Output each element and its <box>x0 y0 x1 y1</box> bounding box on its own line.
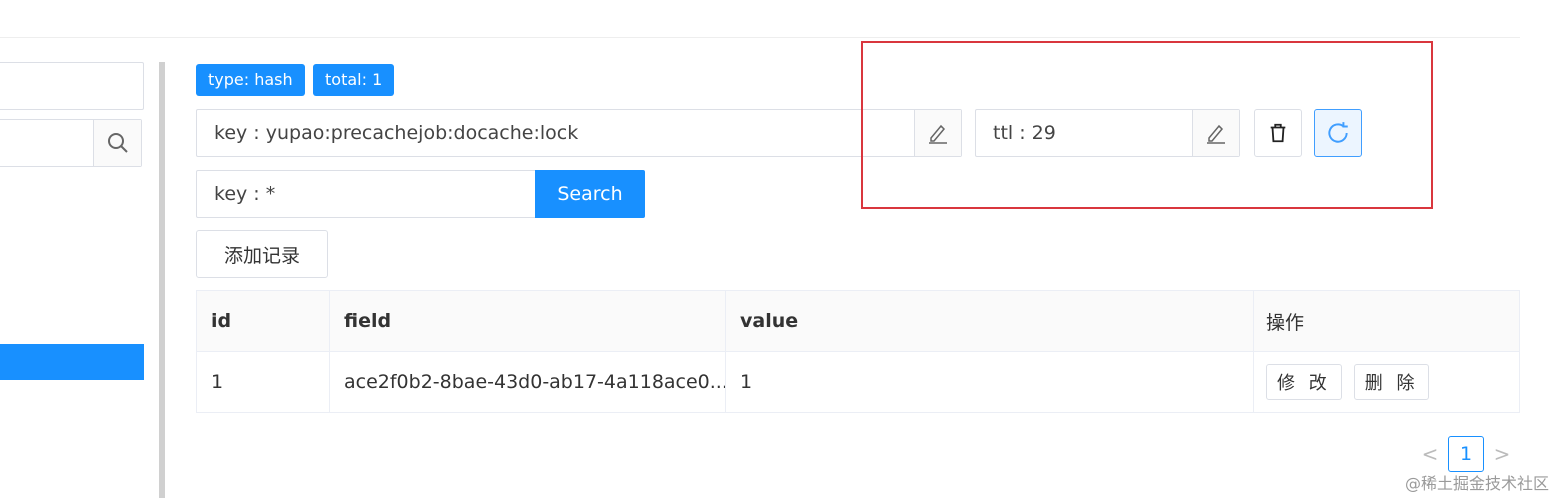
sidebar-search[interactable] <box>0 119 142 167</box>
prev-page-button[interactable]: < <box>1418 437 1442 471</box>
header-actions: 操作 <box>1266 311 1305 334</box>
row-id: 1 <box>197 352 330 412</box>
key-field[interactable]: key : yupao:precachejob:docache:lock <box>196 109 962 157</box>
watermark: @稀土掘金技术社区 <box>1404 474 1549 493</box>
edit-row-button[interactable]: 修 改 <box>1266 364 1342 400</box>
field-search-input[interactable]: key : * <box>196 170 536 218</box>
row-value: 1 <box>726 352 1254 412</box>
total-badge: total: 1 <box>313 64 395 96</box>
row-field: ace2f0b2-8bae-43d0-ab17-4a118ace0... <box>330 352 726 412</box>
key-value: key : yupao:precachejob:docache:lock <box>214 122 579 144</box>
header-field: field <box>330 291 726 351</box>
sidebar-input[interactable] <box>0 62 144 110</box>
table-header-row: id field value 操作 <box>197 291 1519 352</box>
row-actions: 修 改 删 除 <box>1254 352 1519 412</box>
header-value: value <box>726 291 1254 351</box>
table-row: 1 ace2f0b2-8bae-43d0-ab17-4a118ace0... 1… <box>197 352 1519 412</box>
type-badge: type: hash <box>196 64 305 96</box>
add-record-button[interactable]: 添加记录 <box>196 230 328 278</box>
records-table: id field value 操作 1 ace2f0b2-8bae-43d0-a… <box>196 290 1520 413</box>
header-id: id <box>197 291 330 351</box>
highlight-box <box>861 41 1433 209</box>
search-icon <box>107 133 128 153</box>
sidebar-search-button[interactable] <box>93 120 141 166</box>
field-search-query: key : * <box>214 183 276 205</box>
top-divider <box>0 37 1520 38</box>
search-button[interactable]: Search <box>535 170 645 218</box>
sidebar-selected-item[interactable] <box>0 344 144 380</box>
delete-row-button[interactable]: 删 除 <box>1353 364 1430 400</box>
page-current[interactable]: 1 <box>1448 436 1484 472</box>
panel-splitter[interactable] <box>159 62 165 498</box>
next-page-button[interactable]: > <box>1490 437 1514 471</box>
